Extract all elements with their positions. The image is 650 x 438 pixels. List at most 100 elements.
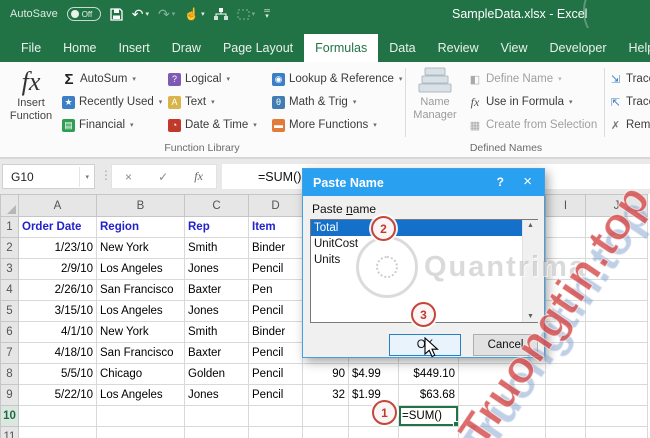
cell-I5[interactable] bbox=[545, 300, 586, 322]
cell-J4[interactable] bbox=[585, 279, 648, 301]
cell-J7[interactable] bbox=[585, 342, 648, 364]
cancel-entry-button[interactable]: × bbox=[125, 170, 132, 184]
undo-button[interactable]: ↶ ▾ bbox=[132, 7, 149, 21]
cell-B1[interactable]: Region bbox=[96, 216, 185, 238]
save-button[interactable] bbox=[110, 7, 123, 21]
math-trig-button[interactable]: θ Math & Trig ▾ bbox=[272, 91, 356, 113]
cell-H9[interactable] bbox=[458, 384, 546, 406]
row-header-6[interactable]: 6 bbox=[0, 321, 19, 343]
cell-C3[interactable]: Jones bbox=[184, 258, 249, 280]
remove-arrows-button[interactable]: ✗ Remove Arrows bbox=[609, 114, 650, 136]
cell-A5[interactable]: 3/15/10 bbox=[18, 300, 97, 322]
cell-C1[interactable]: Rep bbox=[184, 216, 249, 238]
row-header-11[interactable]: 11 bbox=[0, 426, 19, 438]
column-header-C[interactable]: C bbox=[184, 194, 249, 217]
row-header-1[interactable]: 1 bbox=[0, 216, 19, 238]
tab-view[interactable]: View bbox=[490, 34, 539, 62]
cell-I8[interactable] bbox=[545, 363, 586, 385]
cell-I4[interactable] bbox=[545, 279, 586, 301]
autosum-button[interactable]: Σ AutoSum ▾ bbox=[62, 68, 135, 90]
row-header-5[interactable]: 5 bbox=[0, 300, 19, 322]
tab-review[interactable]: Review bbox=[427, 34, 490, 62]
cell-I1[interactable] bbox=[545, 216, 586, 238]
recently-used-button[interactable]: ★ Recently Used ▾ bbox=[62, 91, 162, 113]
cell-J3[interactable] bbox=[585, 258, 648, 280]
cell-G10[interactable]: =SUM() bbox=[398, 405, 459, 427]
cell-B11[interactable] bbox=[96, 426, 185, 438]
cell-A4[interactable]: 2/26/10 bbox=[18, 279, 97, 301]
cell-A3[interactable]: 2/9/10 bbox=[18, 258, 97, 280]
scroll-down-icon[interactable]: ▼ bbox=[523, 313, 538, 320]
logical-button[interactable]: ? Logical ▾ bbox=[168, 68, 230, 90]
tab-developer[interactable]: Developer bbox=[539, 34, 618, 62]
cell-J9[interactable] bbox=[585, 384, 648, 406]
tab-data[interactable]: Data bbox=[378, 34, 426, 62]
use-in-formula-button[interactable]: fx Use in Formula ▾ bbox=[468, 91, 573, 113]
column-header-J[interactable]: J bbox=[585, 194, 648, 217]
selection-dropdown-icon[interactable]: ▾ bbox=[252, 11, 256, 18]
cell-D1[interactable]: Item bbox=[248, 216, 303, 238]
cell-I9[interactable] bbox=[545, 384, 586, 406]
tab-page-layout[interactable]: Page Layout bbox=[212, 34, 304, 62]
cell-D10[interactable] bbox=[248, 405, 303, 427]
trace-dependents-button[interactable]: ⇱ Trace Dependents bbox=[609, 91, 650, 113]
cell-D5[interactable]: Pencil bbox=[248, 300, 303, 322]
redo-button[interactable]: ↷ ▾ bbox=[158, 7, 175, 21]
cell-H11[interactable] bbox=[458, 426, 546, 438]
cell-B9[interactable]: Los Angeles bbox=[96, 384, 185, 406]
cell-C9[interactable]: Jones bbox=[184, 384, 249, 406]
row-header-2[interactable]: 2 bbox=[0, 237, 19, 259]
cell-G9[interactable]: $63.68 bbox=[398, 384, 459, 406]
column-header-A[interactable]: A bbox=[18, 194, 97, 217]
cell-J6[interactable] bbox=[585, 321, 648, 343]
cell-I11[interactable] bbox=[545, 426, 586, 438]
name-manager-button[interactable]: Name Manager bbox=[408, 67, 462, 122]
cell-J8[interactable] bbox=[585, 363, 648, 385]
insert-function-button[interactable]: fx Insert Function bbox=[2, 67, 60, 123]
cell-D8[interactable]: Pencil bbox=[248, 363, 303, 385]
tab-home[interactable]: Home bbox=[52, 34, 107, 62]
create-from-selection-button[interactable]: ▦ Create from Selection bbox=[468, 114, 597, 136]
cell-A8[interactable]: 5/5/10 bbox=[18, 363, 97, 385]
cell-D11[interactable] bbox=[248, 426, 303, 438]
cell-E9[interactable]: 32 bbox=[302, 384, 349, 406]
tab-formulas[interactable]: Formulas bbox=[304, 34, 379, 62]
cell-A11[interactable] bbox=[18, 426, 97, 438]
enter-entry-button[interactable]: ✓ bbox=[158, 170, 168, 184]
dialog-close-button[interactable]: × bbox=[523, 173, 532, 190]
row-header-8[interactable]: 8 bbox=[0, 363, 19, 385]
list-item-unitcost[interactable]: UnitCost bbox=[311, 236, 537, 252]
scroll-up-icon[interactable]: ▲ bbox=[523, 222, 538, 229]
cell-D6[interactable]: Binder bbox=[248, 321, 303, 343]
cell-J5[interactable] bbox=[585, 300, 648, 322]
cell-D7[interactable]: Pencil bbox=[248, 342, 303, 364]
column-header-B[interactable]: B bbox=[96, 194, 185, 217]
cell-I2[interactable] bbox=[545, 237, 586, 259]
touch-mode-dropdown-icon[interactable]: ▾ bbox=[201, 11, 205, 18]
cell-F8[interactable]: $4.99 bbox=[348, 363, 399, 385]
text-button[interactable]: A Text ▾ bbox=[168, 91, 215, 113]
row-header-4[interactable]: 4 bbox=[0, 279, 19, 301]
name-box[interactable]: G10 ▾ bbox=[2, 164, 95, 189]
ok-button[interactable]: OK bbox=[389, 334, 461, 356]
insert-function-fx-button[interactable]: fx bbox=[194, 169, 203, 184]
tab-draw[interactable]: Draw bbox=[161, 34, 212, 62]
date-time-button[interactable]: ◔ Date & Time ▾ bbox=[168, 114, 257, 136]
tab-file[interactable]: File bbox=[10, 34, 52, 62]
more-functions-button[interactable]: ▬ More Functions ▾ bbox=[272, 114, 377, 136]
tab-help[interactable]: Help bbox=[618, 34, 650, 62]
cell-C6[interactable]: Smith bbox=[184, 321, 249, 343]
customize-qat-button[interactable]: ═ ▾ bbox=[264, 7, 270, 21]
list-item-total[interactable]: Total bbox=[311, 220, 537, 236]
cell-D4[interactable]: Pen bbox=[248, 279, 303, 301]
cell-I3[interactable] bbox=[545, 258, 586, 280]
cell-A1[interactable]: Order Date bbox=[18, 216, 97, 238]
select-all-corner[interactable] bbox=[0, 194, 19, 217]
cell-B8[interactable]: Chicago bbox=[96, 363, 185, 385]
cell-I7[interactable] bbox=[545, 342, 586, 364]
cell-J1[interactable] bbox=[585, 216, 648, 238]
row-header-3[interactable]: 3 bbox=[0, 258, 19, 280]
dialog-title-bar[interactable]: Paste Name bbox=[303, 169, 544, 196]
list-item-units[interactable]: Units bbox=[311, 252, 537, 268]
row-header-9[interactable]: 9 bbox=[0, 384, 19, 406]
